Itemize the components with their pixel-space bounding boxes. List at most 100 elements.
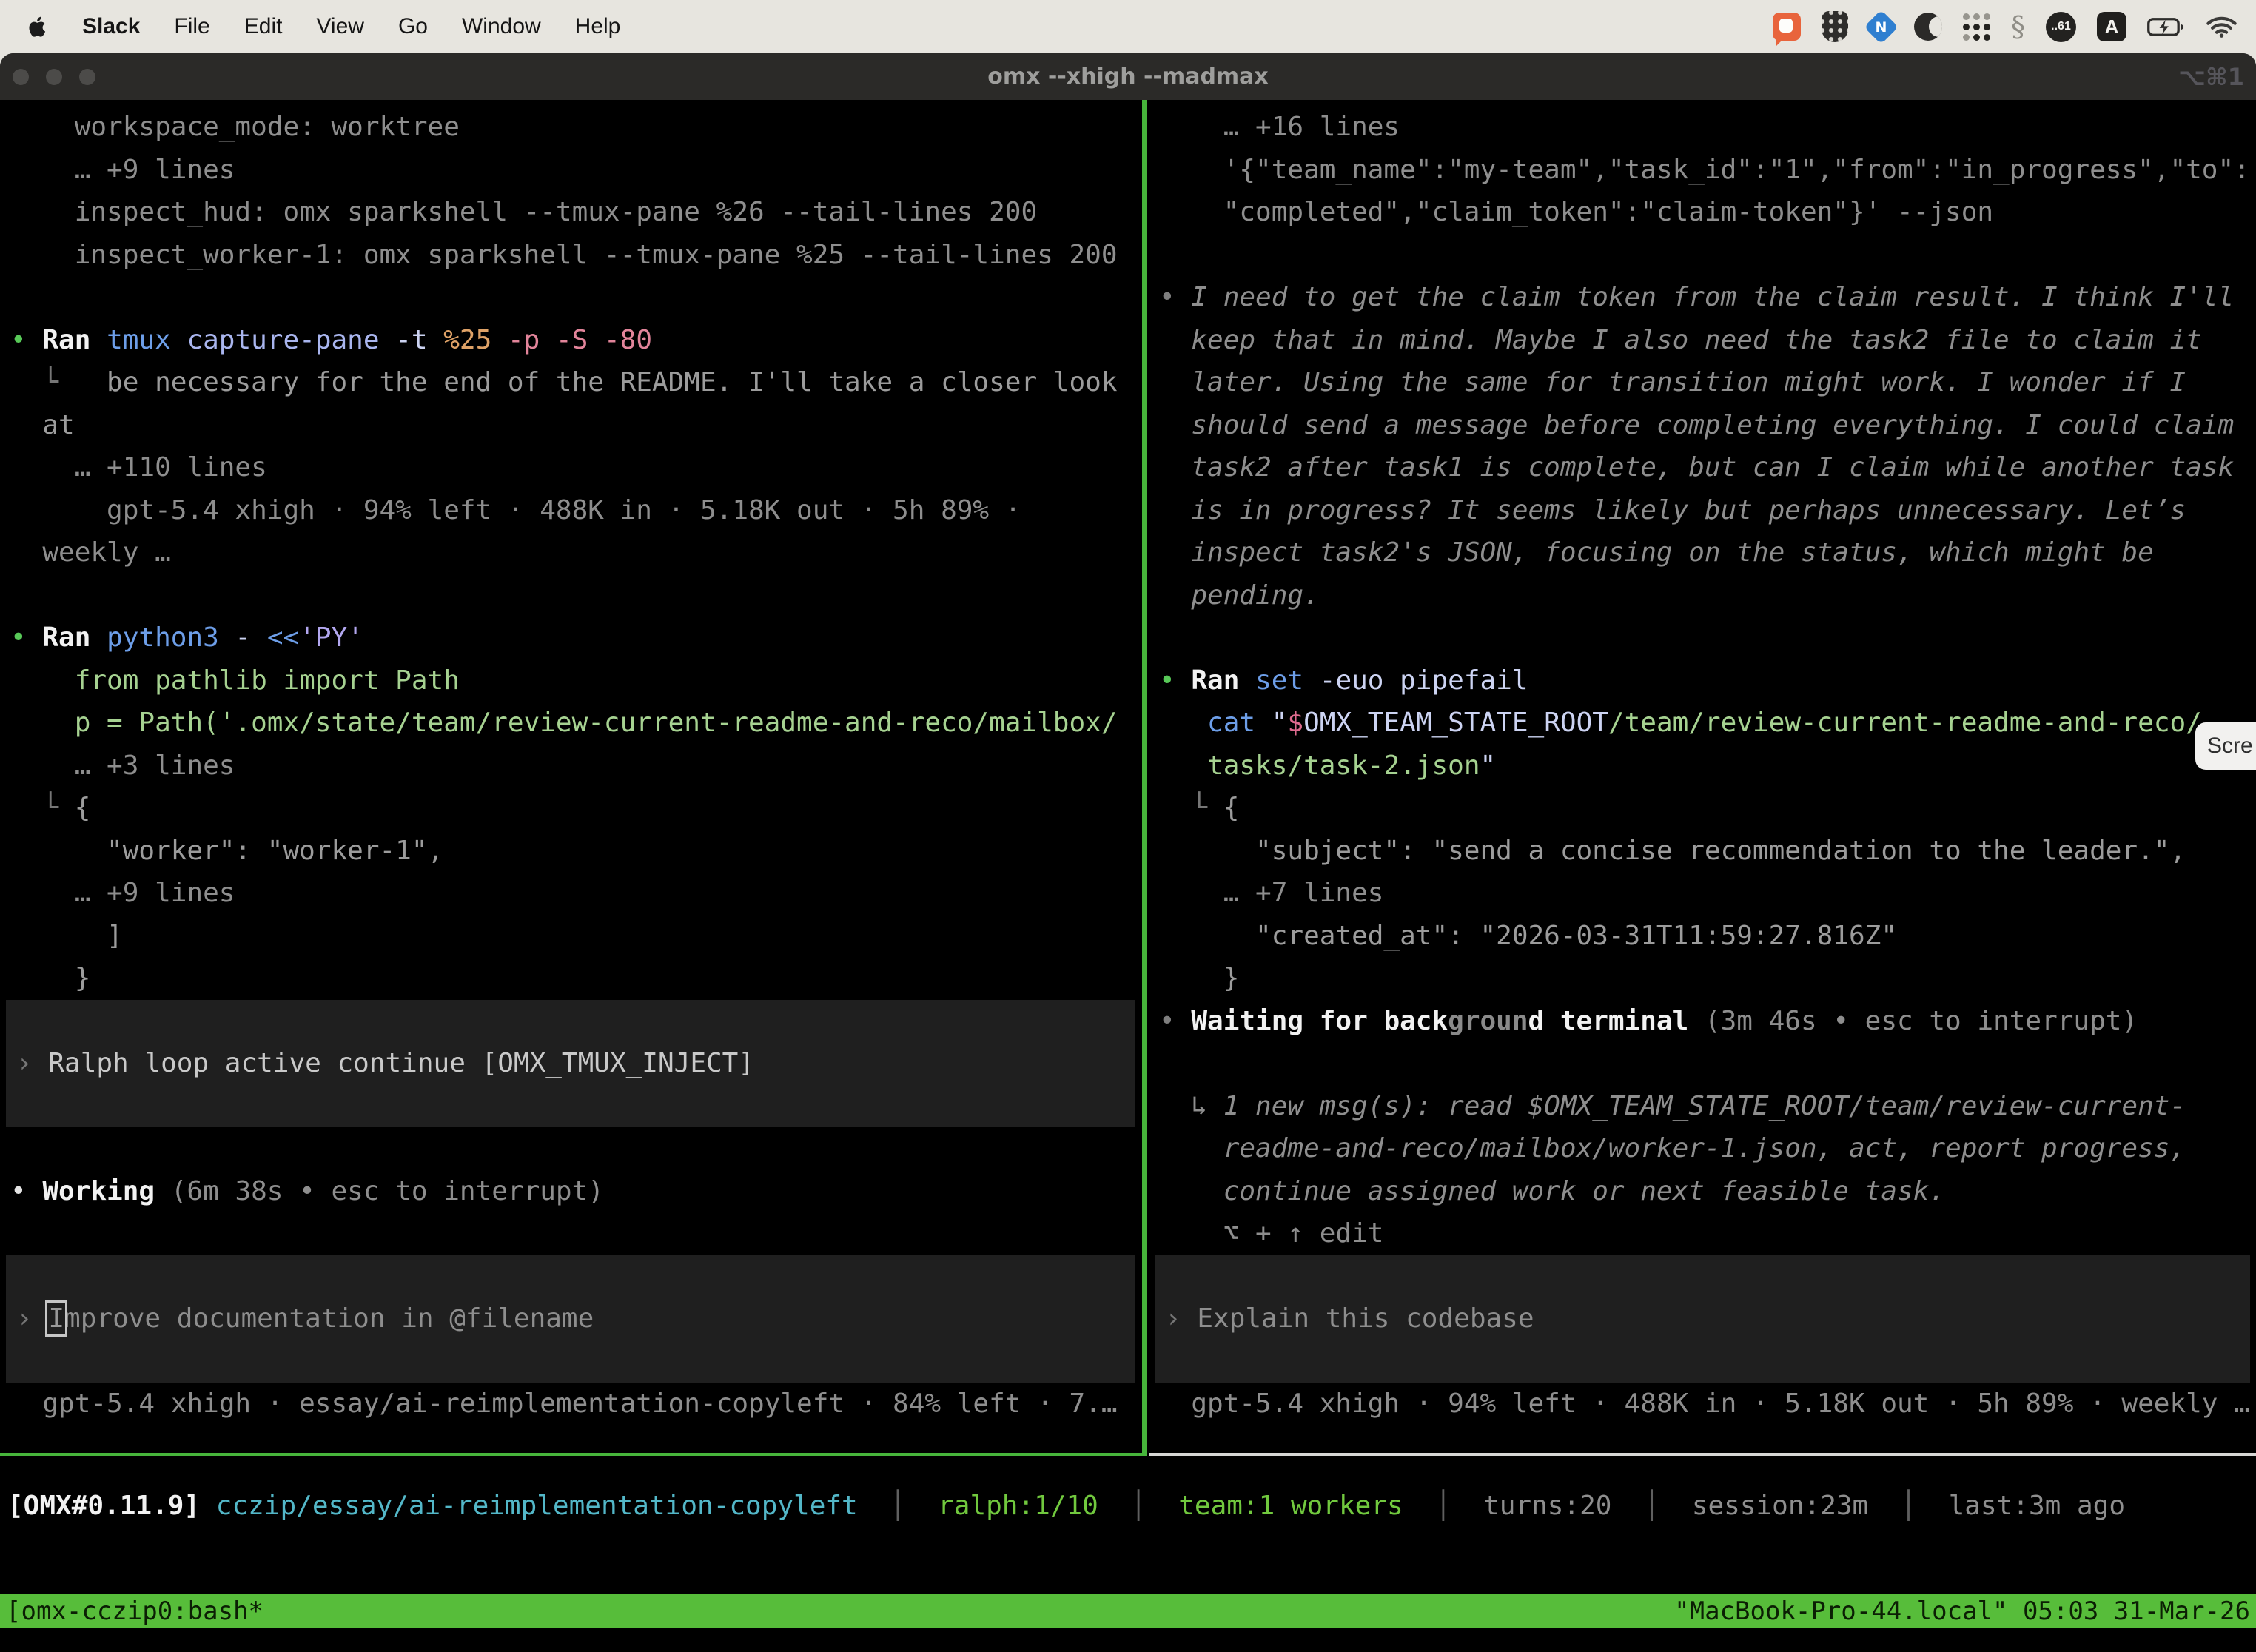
terminal-line: … +110 lines	[0, 446, 1141, 489]
terminal-line: "completed","claim_token":"claim-token"}…	[1149, 191, 2256, 234]
menu-help[interactable]: Help	[575, 14, 621, 39]
terminal-line: readme-and-reco/mailbox/worker-1.json, a…	[1149, 1127, 2256, 1170]
tmux-panes: workspace_mode: worktree … +9 lines insp…	[0, 100, 2256, 1456]
waiting-status: • Waiting for background terminal (3m 46…	[1149, 1000, 2256, 1043]
terminal-line: • Ran set -euo pipefail	[1149, 659, 2256, 702]
model-status-line: gpt-5.4 xhigh · 94% left · 488K in · 5.1…	[1149, 1383, 2256, 1426]
terminal-line: from pathlib import Path	[0, 659, 1141, 702]
blue-badge-icon[interactable]: N	[1864, 10, 1899, 44]
terminal-line: … +16 lines	[1149, 106, 2256, 149]
wifi-icon[interactable]	[2206, 16, 2237, 38]
terminal-line: p = Path('.omx/state/team/review-current…	[0, 702, 1141, 745]
terminal-line	[6, 1255, 1135, 1298]
terminal-line: ↳ 1 new msg(s): read $OMX_TEAM_STATE_ROO…	[1149, 1085, 2256, 1128]
working-status: • Working (6m 38s • esc to interrupt)	[0, 1170, 1141, 1213]
menu-file[interactable]: File	[174, 14, 209, 39]
terminal-line	[1155, 1255, 2250, 1298]
terminal-line: weekly …	[0, 531, 1141, 574]
terminal-line: is in progress? It seems likely but perh…	[1149, 489, 2256, 532]
squiggle-icon[interactable]: §	[2011, 10, 2025, 43]
terminal-line: should send a message before completing …	[1149, 404, 2256, 447]
a-badge-icon[interactable]: A	[2097, 12, 2126, 41]
terminal-line: ]	[0, 915, 1141, 958]
menu-go[interactable]: Go	[398, 14, 428, 39]
active-app-name[interactable]: Slack	[82, 14, 140, 39]
active-pane-border	[0, 1453, 1147, 1456]
terminal-line: '{"team_name":"my-team","task_id":"1","f…	[1149, 149, 2256, 192]
prompt-input[interactable]: › Explain this codebase	[1155, 1297, 2250, 1340]
omx-status-bar: [OMX#0.11.9] cczip/essay/ai-reimplementa…	[0, 1485, 2256, 1528]
terminal-line	[1155, 1340, 2250, 1383]
terminal-line: at	[0, 404, 1141, 447]
terminal-line: gpt-5.4 xhigh · 94% left · 488K in · 5.1…	[0, 489, 1141, 532]
omx-status-line: [OMX#0.11.9] cczip/essay/ai-reimplementa…	[0, 1485, 2256, 1528]
terminal-line: inspect task2's JSON, focusing on the st…	[1149, 531, 2256, 574]
terminal-line: └ be necessary for the end of the README…	[0, 361, 1141, 404]
crescent-circle-icon[interactable]	[1914, 13, 1942, 41]
window-title: omx --xhigh --madmax	[0, 64, 2256, 90]
terminal-line: workspace_mode: worktree	[0, 106, 1141, 149]
terminal-line: • Ran python3 - <<'PY'	[0, 617, 1141, 659]
terminal-line: "worker": "worker-1",	[0, 830, 1141, 873]
terminal-line: "created_at": "2026-03-31T11:59:27.816Z"	[1149, 915, 2256, 958]
terminal-line: task2 after task1 is complete, but can I…	[1149, 446, 2256, 489]
window-title-bar[interactable]: omx --xhigh --madmax ⌥⌘1	[0, 53, 2256, 100]
traffic-light-zoom[interactable]	[79, 69, 95, 85]
menu-bar: Slack File Edit View Go Window Help N § …	[0, 0, 2256, 53]
traffic-light-minimize[interactable]	[46, 69, 62, 85]
menu-window[interactable]: Window	[462, 14, 541, 39]
terminal-line: "subject": "send a concise recommendatio…	[1149, 830, 2256, 873]
dots-grid-icon[interactable]	[1963, 13, 1990, 41]
terminal-line	[6, 1085, 1135, 1128]
terminal-line: … +9 lines	[0, 872, 1141, 915]
terminal-line: pending.	[1149, 574, 2256, 617]
terminal-line: … +7 lines	[1149, 872, 2256, 915]
badge-61-icon[interactable]: ..61	[2046, 12, 2076, 42]
tmux-host-clock: "MacBook-Pro-44.local" 05:03 31-Mar-26	[1674, 1594, 2256, 1628]
terminal-line: … +3 lines	[0, 745, 1141, 788]
tmux-pane-right[interactable]: … +16 lines '{"team_name":"my-team","tas…	[1149, 100, 2256, 1453]
terminal-line: … +9 lines	[0, 149, 1141, 192]
terminal-line	[6, 1000, 1135, 1043]
tmux-pane-left[interactable]: workspace_mode: worktree … +9 lines insp…	[0, 100, 1141, 1453]
terminal-line	[0, 574, 1141, 617]
terminal-line	[1149, 234, 2256, 277]
terminal-line: continue assigned work or next feasible …	[1149, 1170, 2256, 1213]
screenshot-notification-text: Scre	[2207, 733, 2253, 758]
tmux-status-bar: [omx-cczip0:bash* "MacBook-Pro-44.local"…	[0, 1594, 2256, 1628]
screenshot-app-icon[interactable]	[1773, 13, 1801, 41]
model-status-line: gpt-5.4 xhigh · essay/ai-reimplementatio…	[0, 1383, 1141, 1426]
pane-divider[interactable]	[1142, 100, 1147, 1456]
terminal-line	[0, 1127, 1141, 1170]
ralph-loop-notice: › Ralph loop active continue [OMX_TMUX_I…	[6, 1042, 1135, 1085]
terminal-line	[0, 276, 1141, 319]
battery-icon[interactable]	[2147, 17, 2186, 37]
inactive-pane-border	[1149, 1453, 2256, 1456]
terminal-line: ⌥ + ↑ edit	[1149, 1212, 2256, 1255]
window-shortcut-hint: ⌥⌘1	[2178, 63, 2244, 91]
terminal-line	[1149, 617, 2256, 659]
shield-grid-icon[interactable]	[1822, 11, 1848, 42]
terminal-line: }	[1149, 957, 2256, 1000]
apple-icon[interactable]	[28, 16, 48, 38]
terminal-line: • Ran tmux capture-pane -t %25 -p -S -80	[0, 319, 1141, 362]
terminal-window: omx --xhigh --madmax ⌥⌘1 workspace_mode:…	[0, 53, 2256, 1652]
terminal-line	[0, 1212, 1141, 1255]
prompt-input[interactable]: › Improve documentation in @filename	[6, 1297, 1135, 1340]
terminal-line: inspect_worker-1: omx sparkshell --tmux-…	[0, 234, 1141, 277]
terminal-line: keep that in mind. Maybe I also need the…	[1149, 319, 2256, 362]
menu-view[interactable]: View	[316, 14, 363, 39]
screenshot-notification-overlay[interactable]: Scre	[2195, 722, 2256, 770]
terminal-line: cat "$OMX_TEAM_STATE_ROOT/team/review-cu…	[1149, 702, 2256, 745]
traffic-light-close[interactable]	[13, 69, 29, 85]
terminal-line: later. Using the same for transition mig…	[1149, 361, 2256, 404]
terminal-line: • I need to get the claim token from the…	[1149, 276, 2256, 319]
terminal-line: inspect_hud: omx sparkshell --tmux-pane …	[0, 191, 1141, 234]
terminal-line: }	[0, 957, 1141, 1000]
terminal-line	[1149, 1042, 2256, 1085]
terminal-line: tasks/task-2.json"	[1149, 745, 2256, 788]
terminal-line: └ {	[1149, 787, 2256, 830]
menu-edit[interactable]: Edit	[244, 14, 283, 39]
terminal-line	[6, 1340, 1135, 1383]
tmux-session-label[interactable]: [omx-cczip0:bash*	[0, 1594, 263, 1628]
